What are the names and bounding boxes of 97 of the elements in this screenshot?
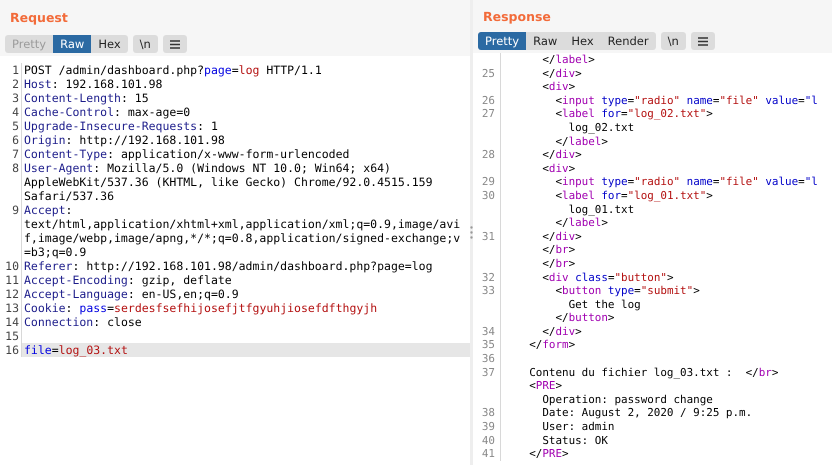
line-number: 6 xyxy=(11,133,20,147)
line-number: 39 xyxy=(480,420,496,434)
line-number: 4 xyxy=(11,105,20,119)
code-line: Upgrade-Insecure-Requests: 1 xyxy=(24,119,218,133)
code-line: Host: 192.168.101.98 xyxy=(24,77,162,91)
code-line: <label for="log_01.txt"> xyxy=(554,188,713,203)
line-number: 12 xyxy=(4,287,20,301)
code-line: log_02.txt xyxy=(568,120,634,135)
code-line: <input type="radio" name="file" value="l xyxy=(554,94,818,108)
view-tab[interactable]: Hex xyxy=(91,35,128,53)
view-tab[interactable]: Raw xyxy=(526,32,564,50)
code-line: file=log_03.txt xyxy=(24,343,128,357)
code-line: text/html,application/xhtml+xml,application/xml;q=0.9,image/avi xyxy=(24,217,460,231)
code-line: Operation: password change xyxy=(541,392,713,406)
line-number: 5 xyxy=(11,119,20,133)
code-line: Get the log xyxy=(568,298,641,312)
line-number: 28 xyxy=(480,148,496,162)
line-number: 36 xyxy=(480,352,496,366)
line-number: 14 xyxy=(4,315,20,329)
line-number: 15 xyxy=(4,329,20,343)
code-line: Cookie: pass=serdesfsefhijosefjtfgyuhjiosefdfthgyjh xyxy=(24,301,378,315)
code-line: User: admin xyxy=(541,420,614,434)
menu-button[interactable] xyxy=(690,32,715,50)
view-tab[interactable]: Hex xyxy=(564,32,601,50)
line-number: 37 xyxy=(480,366,496,380)
line-number: 38 xyxy=(480,406,496,420)
line-number: 31 xyxy=(480,230,496,244)
line-number: 27 xyxy=(480,107,496,121)
code-line: POST /admin/dashboard.php?page=log HTTP/1.1 xyxy=(24,63,322,77)
line-number: 1 xyxy=(11,63,20,77)
code-line: </br> xyxy=(541,243,576,257)
line-number: 32 xyxy=(480,270,496,284)
line-number: 16 xyxy=(4,343,20,357)
code-line: Date: August 2, 2020 / 9:25 p.m. xyxy=(541,406,752,420)
code-line: log_01.txt xyxy=(568,202,634,216)
panel-title: Request xyxy=(9,10,68,25)
code-line: Accept-Language: en-US,en;q=0.9 xyxy=(24,287,239,301)
line-number: 7 xyxy=(11,147,20,161)
code-line: </PRE> xyxy=(528,447,569,461)
view-tab[interactable]: Pretty xyxy=(478,32,526,50)
code-line: <div class="button"> xyxy=(541,270,674,284)
code-line: Origin: http://192.168.101.98 xyxy=(24,133,225,147)
code-line: Cache-Control: max-age=0 xyxy=(24,105,190,119)
panel-title: Response xyxy=(482,9,551,24)
code-line: <label for="log_02.txt"> xyxy=(554,107,713,121)
code-line: </div> xyxy=(541,148,582,162)
code-line: Status: OK xyxy=(541,434,608,448)
line-number: 34 xyxy=(480,324,496,338)
code-line: Referer: http://192.168.101.98/admin/dashboard.php?page=log xyxy=(24,259,432,273)
code-line: </label> xyxy=(554,134,608,148)
code-line: </div> xyxy=(541,230,582,244)
line-number: 11 xyxy=(4,273,20,287)
menu-icon xyxy=(698,36,708,46)
code-line: <input type="radio" name="file" value="l xyxy=(554,175,818,189)
line-number: 35 xyxy=(480,338,496,352)
code-line: <PRE> xyxy=(528,379,562,393)
code-line: <button type="submit"> xyxy=(554,284,700,298)
code-line: User-Agent: Mozilla/5.0 (Windows NT 10.0; Win64; x64) xyxy=(24,161,391,175)
line-number: 9 xyxy=(11,203,20,217)
line-number: 8 xyxy=(11,161,20,175)
line-number: 2 xyxy=(11,77,20,91)
code-line: </div> xyxy=(541,66,582,80)
code-line: Safari/537.36 xyxy=(24,189,114,203)
view-tab[interactable]: Render xyxy=(600,32,656,50)
line-number: 30 xyxy=(480,188,496,203)
code-line: Accept-Encoding: gzip, deflate xyxy=(24,273,232,287)
line-number: 26 xyxy=(480,94,496,108)
line-number: 29 xyxy=(480,175,496,189)
code-line: <div> xyxy=(541,162,576,176)
code-line: Content-Type: application/x-www-form-urlencoded xyxy=(24,147,350,161)
code-line: </div> xyxy=(541,324,582,338)
line-number: 3 xyxy=(11,91,20,105)
line-number: 13 xyxy=(4,301,20,315)
code-line: </form> xyxy=(528,338,576,352)
code-line: f,image/webp,image/apng,*/*;q=0.8,application/signed-exchange;v xyxy=(24,231,460,245)
code-line: </button> xyxy=(554,311,614,325)
code-line: Connection: close xyxy=(24,315,142,329)
line-number: 40 xyxy=(480,434,496,448)
view-tab[interactable]: Raw xyxy=(53,35,92,53)
newline-toggle-button[interactable]: \n xyxy=(660,32,686,50)
code-line: Accept: xyxy=(24,203,72,217)
code-line: AppleWebKit/537.36 (KHTML, like Gecko) Chrome/92.0.4515.159 xyxy=(24,175,432,189)
code-line: Contenu du fichier log_03.txt : </br> xyxy=(528,366,778,380)
code-line: </label> xyxy=(554,216,608,230)
newline-toggle-button[interactable]: \n xyxy=(132,35,158,53)
line-number: 33 xyxy=(480,284,496,298)
line-number: 10 xyxy=(4,259,20,273)
code-line: =b3;q=0.9 xyxy=(24,245,86,259)
menu-icon xyxy=(170,40,180,48)
menu-button[interactable] xyxy=(162,35,187,53)
code-line: </label> xyxy=(541,53,595,67)
line-number: 41 xyxy=(480,447,496,461)
code-line: Content-Length: 15 xyxy=(24,91,149,105)
code-line: <div> xyxy=(541,80,576,94)
drag-handle-icon[interactable] xyxy=(470,226,473,239)
line-number: 25 xyxy=(480,66,496,80)
code-line: </br> xyxy=(541,256,576,270)
